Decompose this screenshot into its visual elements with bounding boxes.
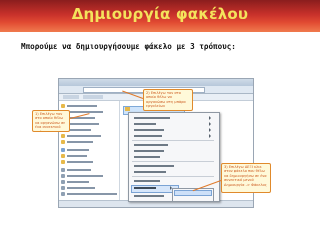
folder-icon (61, 154, 65, 158)
nav-item-label (67, 155, 87, 157)
nav-item-label (67, 193, 117, 195)
nav-item-label (67, 175, 103, 177)
context-menu-item (134, 156, 160, 158)
callout-method-3: 3) Επιλέγω ΔΕΞΙ κλικ στον φάκελο που θέλ… (221, 163, 271, 193)
library-icon (61, 148, 65, 152)
nav-item-label (67, 141, 93, 143)
context-menu-item (134, 187, 156, 189)
slide-title: Δημιουργία φακέλου (71, 5, 249, 23)
context-menu-item (134, 150, 164, 152)
callout-method-2: 2) Επιλέγω τον στο οποίο θέλω να οργανώσ… (143, 89, 193, 111)
context-menu-item (134, 123, 156, 125)
window-caption (59, 79, 253, 86)
drive-icon (61, 180, 65, 184)
context-menu-item (134, 144, 168, 146)
nav-item-label (67, 181, 89, 183)
toolbar-button-share (83, 95, 103, 99)
computer-icon (61, 168, 65, 172)
chevron-right-icon (209, 134, 211, 138)
context-menu-item (134, 165, 174, 167)
context-menu-item (134, 171, 166, 173)
nav-item-label (67, 111, 103, 113)
context-menu-item (134, 135, 162, 137)
nav-item-label (67, 123, 99, 125)
context-menu-item (134, 180, 160, 182)
nav-item-label (67, 169, 91, 171)
drive-icon (61, 174, 65, 178)
context-menu-item (134, 129, 164, 131)
callout-method-1: 1) Επιλέγω τον στο οποίο θέλω να οργανώσ… (32, 110, 70, 132)
drive-icon (61, 186, 65, 190)
folder-icon (61, 104, 65, 108)
slide-subtitle: Μπορούμε να δημιουργήσουμε φάκελο με 3 τ… (21, 42, 236, 51)
folder-icon (61, 160, 65, 164)
nav-item-label (67, 161, 93, 163)
context-menu-separator (132, 176, 214, 177)
nav-item-label (67, 187, 95, 189)
toolbar-button-organize (63, 95, 79, 99)
context-menu-separator (132, 161, 214, 162)
nav-item-label (67, 149, 89, 151)
chevron-right-icon (209, 128, 211, 132)
context-menu-item (134, 195, 164, 197)
nav-item-label (67, 129, 91, 131)
chevron-right-icon (209, 116, 211, 120)
folder-icon (125, 107, 130, 111)
context-menu-item (134, 117, 170, 119)
folder-icon (61, 140, 65, 144)
chevron-right-icon (209, 122, 211, 126)
nav-item-label (67, 135, 101, 137)
context-menu-separator (132, 140, 214, 141)
folder-icon (61, 134, 65, 138)
drive-icon (61, 192, 65, 196)
nav-item-label (67, 105, 97, 107)
